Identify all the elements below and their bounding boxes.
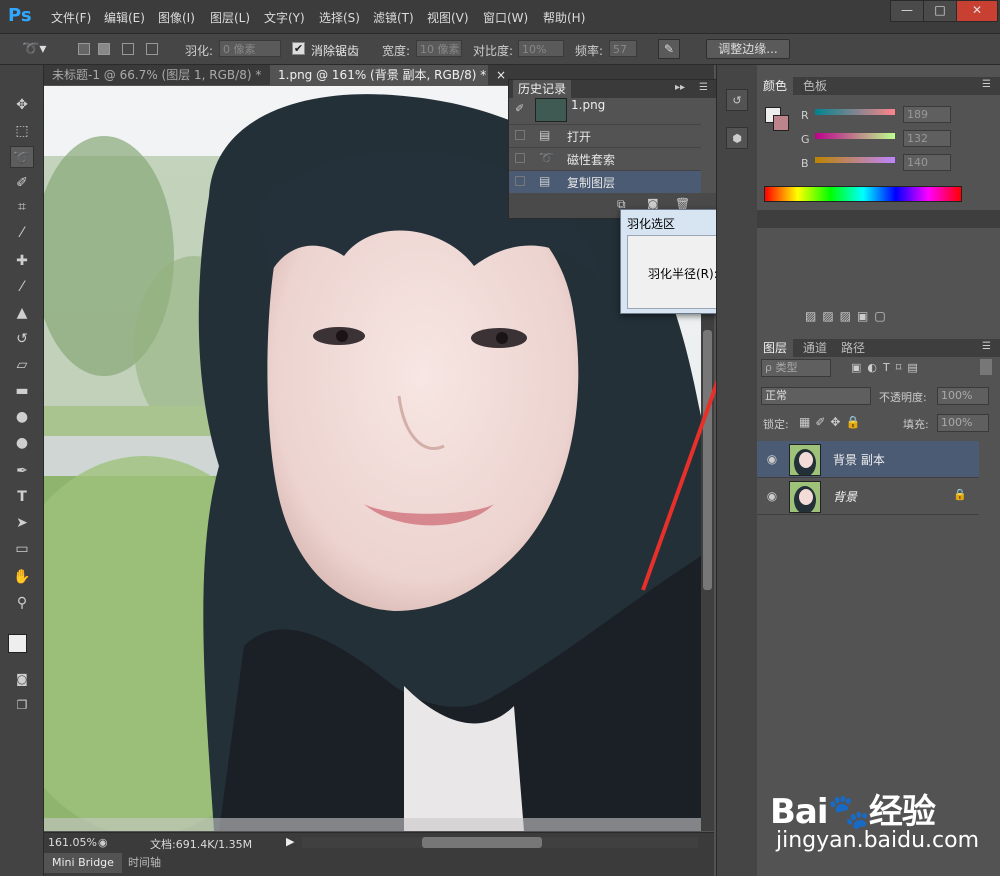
tab-channels[interactable]: 通道 bbox=[799, 339, 831, 357]
history-dock-icon[interactable]: ↺ bbox=[726, 89, 748, 111]
layer-thumbnail bbox=[789, 444, 821, 476]
right-panels: 颜色 色板 ☰ R 189 G 132 B 140 ▨▨▨▣▢ 图层 通道 路径… bbox=[757, 65, 1000, 876]
adjustments-panel-header bbox=[757, 210, 1000, 228]
layer-row-background-copy[interactable]: ◉ 背景 副本 bbox=[757, 441, 979, 478]
document-size: 文档:691.4K/1.35M bbox=[150, 838, 253, 851]
blend-mode-select[interactable]: 正常 bbox=[761, 387, 871, 405]
baidu-jingyan-watermark: Bai🐾经验 jingyan.baidu.com bbox=[768, 770, 1000, 876]
g-label: G bbox=[801, 133, 810, 146]
layer-thumbnail bbox=[789, 481, 821, 513]
blue-slider[interactable] bbox=[815, 157, 895, 163]
panel-menu-icon[interactable]: ☰ bbox=[982, 79, 991, 90]
bottom-panel-bar: Mini Bridge 时间轴 bbox=[44, 853, 714, 876]
tab-layers[interactable]: 图层 bbox=[757, 339, 794, 357]
adjustment-icons-row[interactable]: ▨▨▨▣▢ bbox=[805, 309, 925, 325]
layer-name[interactable]: 背景 bbox=[833, 488, 857, 505]
opacity-label: 不透明度: bbox=[879, 391, 927, 404]
opacity-field[interactable]: 100% bbox=[937, 387, 989, 405]
watermark-url: jingyan.baidu.com bbox=[776, 828, 980, 853]
layers-panel-header: 图层 通道 路径 ☰ bbox=[757, 339, 1000, 357]
lock-icons[interactable]: ▦✐✥🔒 bbox=[799, 415, 865, 429]
lock-label: 锁定: bbox=[763, 418, 789, 431]
b-label: B bbox=[801, 157, 809, 170]
tab-color[interactable]: 颜色 bbox=[757, 77, 794, 95]
status-bar: 161.05% ◉ 文档:691.4K/1.35M ▶ bbox=[44, 832, 714, 853]
status-info-icon[interactable]: ◉ bbox=[98, 836, 108, 849]
watermark-logo: Bai🐾经验 bbox=[770, 792, 936, 832]
visibility-eye-icon[interactable]: ◉ bbox=[765, 452, 779, 466]
color-bg-swatch[interactable] bbox=[773, 115, 789, 131]
color-spectrum[interactable] bbox=[764, 186, 962, 202]
layers-scroll-thumb[interactable] bbox=[980, 359, 992, 375]
fill-field[interactable]: 100% bbox=[937, 414, 989, 432]
tab-mini-bridge[interactable]: Mini Bridge bbox=[44, 853, 122, 873]
visibility-eye-icon[interactable]: ◉ bbox=[765, 489, 779, 503]
panel-menu-icon[interactable]: ☰ bbox=[982, 341, 991, 352]
green-value[interactable]: 132 bbox=[903, 130, 951, 147]
layer-name[interactable]: 背景 副本 bbox=[833, 451, 885, 468]
layer-row-background[interactable]: ◉ 背景 🔒 bbox=[757, 478, 979, 515]
blue-value[interactable]: 140 bbox=[903, 154, 951, 171]
layer-filter-kind[interactable]: ρ 类型 bbox=[761, 359, 831, 377]
fill-label: 填充: bbox=[903, 418, 929, 431]
panel-dock: ↺ ⬢ bbox=[716, 65, 758, 876]
horizontal-scroll-thumb[interactable] bbox=[422, 837, 542, 848]
layer-filter-icons[interactable]: ▣◐T⌑▤ bbox=[851, 361, 961, 375]
zoom-level[interactable]: 161.05% bbox=[48, 836, 97, 849]
red-value[interactable]: 189 bbox=[903, 106, 951, 123]
red-slider[interactable] bbox=[815, 109, 895, 115]
tab-timeline[interactable]: 时间轴 bbox=[122, 853, 167, 873]
3d-dock-icon[interactable]: ⬢ bbox=[726, 127, 748, 149]
layer-lock-icon: 🔒 bbox=[953, 488, 967, 501]
green-slider[interactable] bbox=[815, 133, 895, 139]
tab-swatches[interactable]: 色板 bbox=[799, 77, 831, 95]
r-label: R bbox=[801, 109, 809, 122]
tab-paths[interactable]: 路径 bbox=[837, 339, 869, 357]
color-panel-header: 颜色 色板 ☰ bbox=[757, 77, 1000, 95]
status-menu-arrow-icon[interactable]: ▶ bbox=[286, 835, 294, 848]
